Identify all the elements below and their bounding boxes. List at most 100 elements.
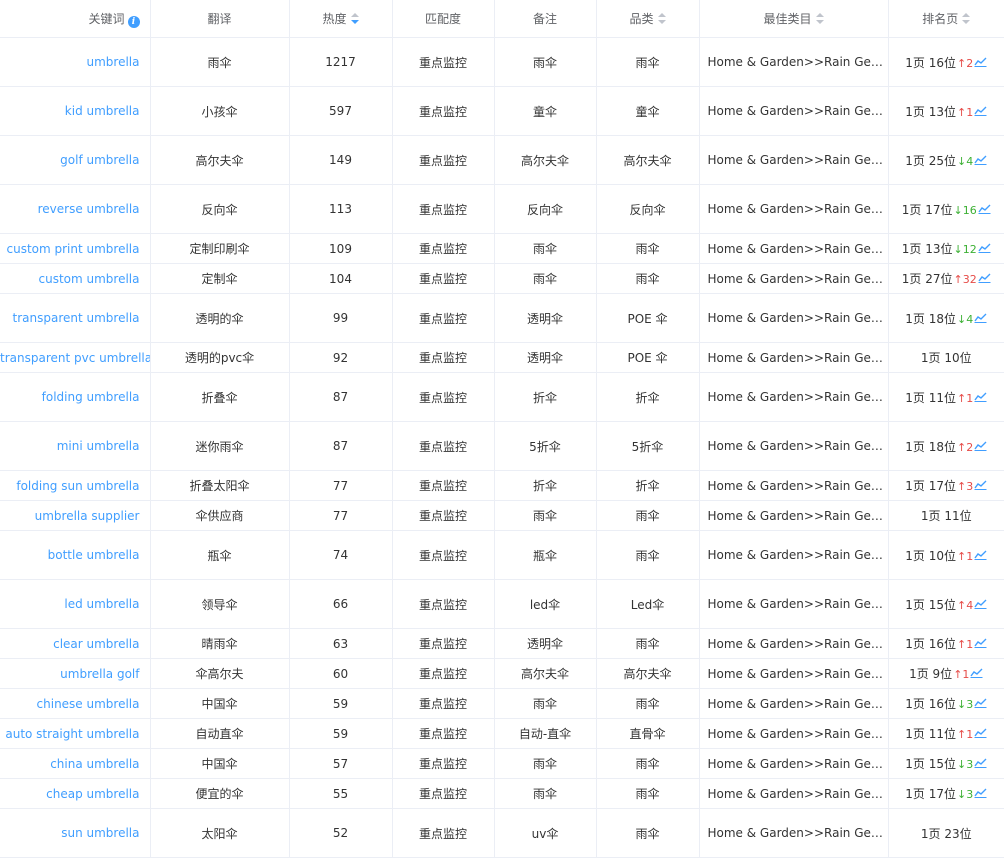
header-note-label: 备注: [532, 12, 557, 26]
heat-cell: 104: [289, 263, 393, 294]
line-chart-icon[interactable]: [974, 56, 987, 67]
keyword-link[interactable]: umbrella: [0, 37, 151, 87]
keyword-link[interactable]: kid umbrella: [0, 86, 151, 136]
translation-cell: 瓶伞: [150, 530, 290, 580]
line-chart-icon[interactable]: [978, 272, 991, 283]
line-chart-icon[interactable]: [974, 391, 987, 402]
header-note: 备注: [494, 0, 597, 38]
line-chart-icon[interactable]: [974, 479, 987, 490]
rank-cell: 1页 11位↑1: [888, 718, 1004, 749]
category-cell: 雨伞: [596, 628, 700, 659]
sort-caret-icon[interactable]: [962, 13, 971, 25]
rank-value: 1页 13位: [901, 242, 953, 256]
rank-cell: 1页 25位↓4: [888, 135, 1004, 185]
rank-value: 1页 13位: [905, 104, 956, 119]
line-chart-icon[interactable]: [974, 440, 987, 451]
rank-cell: 1页 9位↑1: [888, 658, 1004, 689]
keyword-link[interactable]: china umbrella: [0, 748, 151, 779]
line-chart-icon[interactable]: [974, 105, 987, 116]
keyword-link[interactable]: chinese umbrella: [0, 688, 151, 719]
rank-change-arrow: ↓: [957, 154, 967, 168]
rank-value: 1页 16位: [905, 55, 956, 70]
keyword-link[interactable]: transparent pvc umbrella: [0, 342, 151, 373]
keyword-link[interactable]: custom umbrella: [0, 263, 151, 294]
rank-value: 1页 25位: [905, 153, 956, 168]
table-body: umbrella 雨伞 1217 重点监控 雨伞 雨伞 Home & Garden>>Rai…: [0, 37, 1004, 858]
note-cell: 5折伞: [494, 421, 597, 471]
rank-change-arrow: ↑: [957, 391, 967, 405]
line-chart-icon[interactable]: [970, 667, 983, 678]
heat-cell: 87: [289, 372, 393, 422]
heat-cell: 60: [289, 658, 393, 689]
keyword-link[interactable]: custom print umbrella: [0, 233, 151, 264]
header-heat-label: 热度: [322, 12, 347, 26]
rank-change: ↑1: [957, 638, 973, 651]
heat-cell: 77: [289, 470, 393, 501]
note-cell: 童伞: [494, 86, 597, 136]
rank-value: 1页 17位: [905, 479, 956, 493]
rank-cell: 1页 13位↓12: [888, 233, 1004, 264]
note-cell: 透明伞: [494, 342, 597, 373]
rank-cell: 1页 16位↑1: [888, 628, 1004, 659]
line-chart-icon[interactable]: [974, 757, 987, 768]
heat-cell: 77: [289, 500, 393, 531]
keyword-link[interactable]: clear umbrella: [0, 628, 151, 659]
heat-cell: 149: [289, 135, 393, 185]
heat-cell: 99: [289, 293, 393, 343]
match-cell: 重点监控: [392, 658, 495, 689]
header-category[interactable]: 品类: [596, 0, 700, 38]
keyword-link[interactable]: cheap umbrella: [0, 778, 151, 809]
keyword-link[interactable]: sun umbrella: [0, 808, 151, 858]
rank-change-value: 1: [966, 728, 974, 741]
header-heat[interactable]: 热度: [289, 0, 393, 38]
line-chart-icon[interactable]: [974, 637, 987, 648]
keyword-link[interactable]: led umbrella: [0, 579, 151, 629]
best-category-cell: Home & Garden>>Rain Gear>…: [699, 37, 889, 87]
rank-cell: 1页 18位↑2: [888, 421, 1004, 471]
category-cell: 雨伞: [596, 500, 700, 531]
rank-value: 1页 27位: [901, 272, 953, 286]
line-chart-icon[interactable]: [974, 727, 987, 738]
line-chart-icon[interactable]: [978, 242, 991, 253]
rank-change-value: 1: [966, 549, 974, 563]
sort-caret-icon[interactable]: [815, 13, 824, 25]
header-rank[interactable]: 排名页: [888, 0, 1004, 38]
sort-caret-icon[interactable]: [657, 13, 666, 25]
line-chart-icon[interactable]: [974, 598, 987, 609]
line-chart-icon[interactable]: [974, 154, 987, 165]
line-chart-icon[interactable]: [974, 787, 987, 798]
keyword-link[interactable]: transparent umbrella: [0, 293, 151, 343]
best-category-cell: Home & Garden>>Rain Gear>…: [699, 233, 889, 264]
keyword-link[interactable]: bottle umbrella: [0, 530, 151, 580]
translation-cell: 小孩伞: [150, 86, 290, 136]
sort-caret-icon[interactable]: [350, 13, 359, 25]
line-chart-icon[interactable]: [978, 203, 991, 214]
heat-cell: 52: [289, 808, 393, 858]
keyword-link[interactable]: folding sun umbrella: [0, 470, 151, 501]
keyword-link[interactable]: auto straight umbrella: [0, 718, 151, 749]
rank-change: ↑1: [957, 392, 973, 405]
header-best-category[interactable]: 最佳类目: [699, 0, 889, 38]
line-chart-icon[interactable]: [974, 697, 987, 708]
keyword-link[interactable]: mini umbrella: [0, 421, 151, 471]
keyword-link[interactable]: golf umbrella: [0, 135, 151, 185]
translation-cell: 中国伞: [150, 688, 290, 719]
table-row: umbrella 雨伞 1217 重点监控 雨伞 雨伞 Home & Garden>>Rai…: [0, 37, 1004, 87]
rank-change-arrow: ↑: [957, 105, 967, 119]
best-category-cell: Home & Garden>>Rain Gear>…: [699, 184, 889, 234]
rank-cell: 1页 11位: [888, 500, 1004, 531]
line-chart-icon[interactable]: [974, 549, 987, 560]
keyword-link[interactable]: umbrella golf: [0, 658, 151, 689]
info-icon[interactable]: i: [127, 15, 140, 28]
rank-cell: 1页 13位↑1: [888, 86, 1004, 136]
match-cell: 重点监控: [392, 579, 495, 629]
rank-value: 1页 10位: [920, 351, 972, 365]
keyword-link[interactable]: folding umbrella: [0, 372, 151, 422]
line-chart-icon[interactable]: [974, 312, 987, 323]
keyword-link[interactable]: umbrella supplier: [0, 500, 151, 531]
category-cell: 折伞: [596, 470, 700, 501]
category-cell: 折伞: [596, 372, 700, 422]
keyword-link[interactable]: reverse umbrella: [0, 184, 151, 234]
category-cell: 雨伞: [596, 263, 700, 294]
category-cell: 童伞: [596, 86, 700, 136]
